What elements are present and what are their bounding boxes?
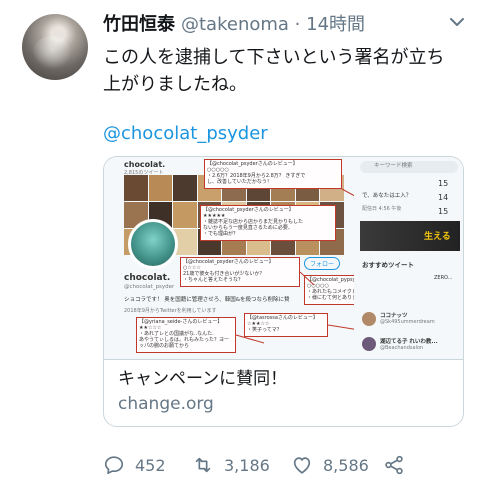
share-button[interactable] (383, 450, 405, 480)
retweet-icon (195, 457, 211, 473)
shot-sidebar-user-handle: @Sk495ummerdream (380, 319, 435, 325)
like-count: 8,586 (323, 455, 369, 475)
separator-dot: · (294, 14, 301, 35)
chevron-down-icon[interactable] (449, 14, 465, 30)
tweet-header: 竹田恒泰 @takenoma · 14時間 (103, 12, 365, 38)
link-card[interactable]: chocolat. 2,815のツイート chocolat. @chocolat… (103, 156, 464, 427)
card-domain: change.org (118, 394, 214, 414)
shot-sidebar-number: 15 (438, 207, 449, 216)
tweet-text: この人を逮捕して下さいという署名が立ち 上がりましたね。 (103, 44, 463, 98)
reply-count: 452 (135, 455, 166, 475)
shot-sidebar-user: ココナッツ (380, 313, 408, 319)
mention-link[interactable]: @chocolat_psyder (103, 121, 268, 147)
tweet[interactable]: 竹田恒泰 @takenoma · 14時間 この人を逮捕して下さいという署名が立ち… (0, 0, 480, 494)
timestamp[interactable]: 14時間 (306, 14, 365, 35)
shot-sidebar: キーワード検索 で、あなたはエ入？ 配信日 4:56 午後 15 14 15 生… (354, 157, 463, 359)
shot-sidebar-question: で、あなたはエ入？ (362, 193, 412, 199)
card-info[interactable]: キャンペーンに賛同！ change.org (104, 359, 463, 426)
user-handle[interactable]: @takenoma (181, 14, 289, 35)
shot-sidebar-date: 配信日 4:56 午後 (362, 206, 402, 212)
shot-user-photo (362, 337, 376, 351)
tweet-actions: 452 3,186 8,586 (103, 450, 473, 480)
reply-icon (104, 456, 124, 475)
shot-sidebar-user: 湖辺てる子 れいわ教... (380, 339, 438, 345)
card-title[interactable]: キャンペーンに賛同！ (118, 367, 449, 391)
display-name[interactable]: 竹田恒泰 (103, 14, 175, 35)
shot-recommend-title: おすすめツイート (362, 261, 414, 269)
shot-sidebar-banner-text: ZERO... (434, 275, 453, 281)
like-button[interactable]: 8,586 (291, 450, 369, 480)
shot-user-photo (362, 312, 376, 326)
avatar[interactable] (22, 14, 88, 80)
retweet-count: 3,186 (224, 455, 270, 475)
embedded-screenshot: chocolat. 2,815のツイート chocolat. @chocolat… (104, 157, 463, 359)
share-icon (385, 455, 403, 475)
card-image: chocolat. 2,815のツイート chocolat. @chocolat… (104, 157, 463, 359)
shot-sidebar-number: 14 (438, 193, 449, 202)
tweet-text-line: 上がりましたね。 (103, 74, 247, 95)
shot-search-box: キーワード検索 (360, 161, 458, 173)
heart-icon (293, 457, 311, 474)
tweet-text-line: この人を逮捕して下さいという署名が立ち (103, 47, 445, 68)
reply-button[interactable]: 452 (103, 450, 166, 480)
shot-sidebar-banner-text: 生える (424, 232, 451, 242)
shot-sidebar-user-handle: @Beachandsalon (380, 345, 424, 351)
shot-sidebar-number: 15 (438, 179, 449, 188)
retweet-button[interactable]: 3,186 (192, 450, 270, 480)
